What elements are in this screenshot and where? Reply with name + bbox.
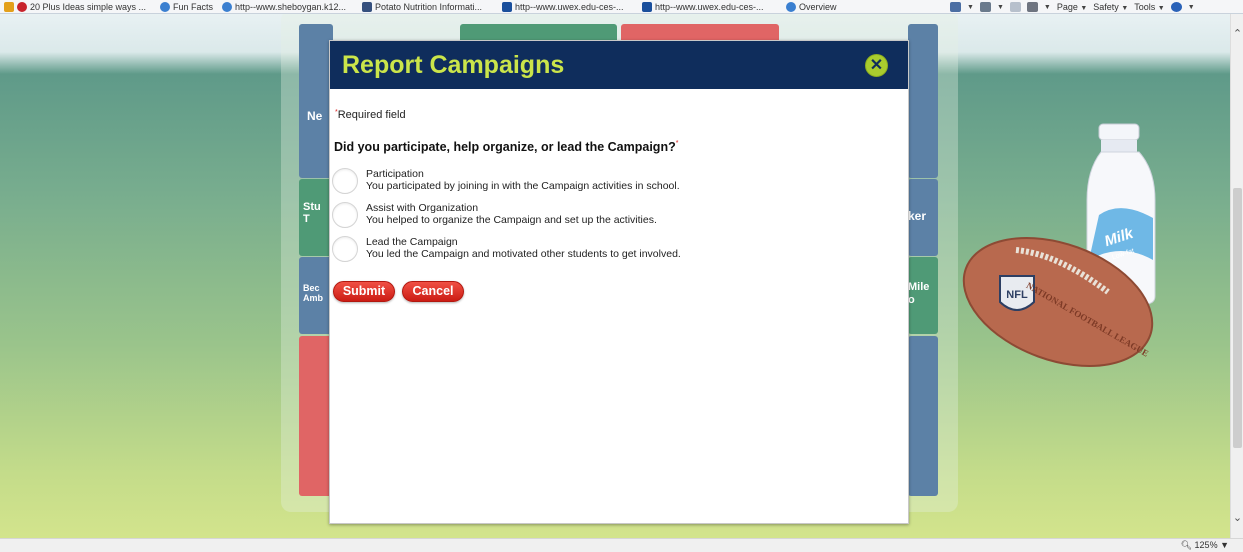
close-icon[interactable]: ✕	[865, 54, 888, 77]
page-menu[interactable]: Page ▼	[1057, 2, 1087, 12]
vertical-scrollbar[interactable]: ⌃ ⌄	[1230, 14, 1243, 538]
campaign-tile[interactable]	[299, 336, 333, 496]
option-assist-organization[interactable]: Assist with Organization You helped to o…	[332, 199, 812, 231]
option-lead-campaign[interactable]: Lead the Campaign You led the Campaign a…	[332, 233, 812, 265]
favorite-link-1[interactable]: Fun Facts	[160, 0, 213, 13]
dialog-header: Report Campaigns ✕	[330, 41, 908, 89]
scrollbar-thumb[interactable]	[1233, 188, 1242, 448]
campaign-tile[interactable]: Ne	[299, 24, 333, 178]
favorites-bar: 20 Plus Ideas simple ways ... Fun Facts …	[0, 0, 1243, 14]
favorite-link-2[interactable]: http--www.sheboygan.k12...	[222, 0, 346, 13]
ie-page-icon	[222, 2, 232, 12]
cancel-button[interactable]: Cancel	[402, 281, 464, 302]
help-dropdown-icon[interactable]: ▼	[1188, 4, 1195, 11]
safety-menu[interactable]: Safety ▼	[1093, 2, 1128, 12]
nfl-football-illustration: NFL NATIONAL FOOTBALL LEAGUE	[962, 237, 1154, 367]
participation-question: Did you participate, help organize, or l…	[334, 140, 679, 154]
uwex-icon	[642, 2, 652, 12]
mail-icon[interactable]	[1009, 2, 1021, 12]
campaign-tile[interactable]: ker	[908, 179, 938, 256]
feeds-icon[interactable]	[979, 2, 991, 12]
zoom-level[interactable]: 🔍︎ 125% ▼	[1181, 540, 1229, 551]
favorite-link-6[interactable]: Overview	[786, 0, 837, 13]
nfl-shield-logo: NFL	[1006, 289, 1028, 301]
zoom-icon: 🔍︎	[1180, 540, 1193, 550]
feeds-dropdown-icon[interactable]: ▼	[997, 4, 1004, 11]
favorite-link-0[interactable]: 20 Plus Ideas simple ways ...	[4, 0, 146, 13]
submit-button[interactable]: Submit	[333, 281, 395, 302]
campaign-tile[interactable]: Mile o	[908, 257, 938, 334]
home-icon[interactable]	[950, 2, 961, 12]
scroll-up-icon[interactable]: ⌃	[1231, 28, 1243, 41]
uwex-icon	[502, 2, 512, 12]
campaign-tile[interactable]	[908, 24, 938, 178]
favorite-link-5[interactable]: http--www.uwex.edu-ces-...	[642, 0, 764, 13]
print-icon[interactable]	[1026, 2, 1038, 12]
report-campaigns-dialog: Report Campaigns ✕ *Required field Did y…	[329, 40, 909, 524]
option-participation[interactable]: Participation You participated by joinin…	[332, 165, 812, 197]
page-icon	[362, 2, 372, 12]
campaign-tile[interactable]	[908, 336, 938, 496]
ie-page-icon	[160, 2, 170, 12]
favorite-link-3[interactable]: Potato Nutrition Informati...	[362, 0, 482, 13]
favorites-star-icon	[4, 2, 14, 12]
radio-participation[interactable]	[332, 168, 358, 194]
home-dropdown-icon[interactable]: ▼	[967, 4, 974, 11]
pinterest-icon	[17, 2, 27, 12]
campaign-tile[interactable]: Bec Amb	[299, 257, 333, 334]
scroll-down-icon[interactable]: ⌄	[1231, 512, 1243, 525]
campaign-tile[interactable]: Stu T	[299, 179, 333, 256]
radio-lead-campaign[interactable]	[332, 236, 358, 262]
tools-menu[interactable]: Tools ▼	[1134, 2, 1164, 12]
help-icon[interactable]	[1170, 2, 1182, 12]
ie-page-icon	[786, 2, 796, 12]
status-bar: 🔍︎ 125% ▼	[0, 538, 1243, 552]
favorite-link-4[interactable]: http--www.uwex.edu-ces-...	[502, 0, 624, 13]
print-dropdown-icon[interactable]: ▼	[1044, 4, 1051, 11]
radio-assist-organization[interactable]	[332, 202, 358, 228]
required-field-note: *Required field	[335, 109, 406, 121]
dialog-title: Report Campaigns	[342, 51, 565, 79]
